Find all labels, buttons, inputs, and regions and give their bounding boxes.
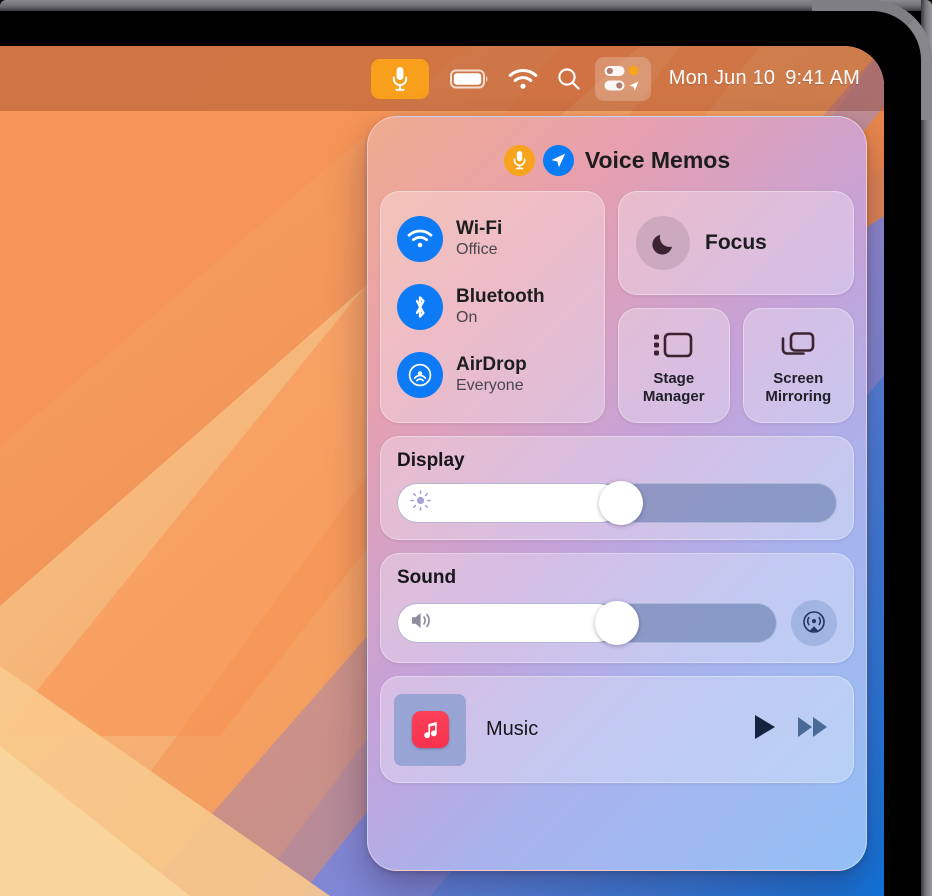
header-title: Voice Memos — [584, 146, 731, 173]
stage-manager-line2: Manager — [642, 388, 705, 405]
menu-microphone-indicator[interactable] — [370, 58, 429, 99]
brightness-slider-fill — [398, 484, 622, 522]
menu-time: 9:41 AM — [785, 67, 860, 89]
wifi-status: Office — [456, 240, 498, 258]
menu-spotlight[interactable] — [547, 59, 591, 99]
stage-manager-tile[interactable]: Stage Manager — [618, 308, 730, 423]
moon-icon — [636, 216, 690, 270]
airdrop-control[interactable]: AirDrop Everyone — [381, 352, 604, 398]
airplay-audio-icon — [803, 611, 825, 633]
screen-mirroring-line1: Screen — [773, 370, 824, 388]
airdrop-icon — [397, 352, 443, 398]
menu-bar: Mon Jun 10 9:41 AM — [0, 46, 884, 111]
laptop-bezel-right — [921, 0, 932, 896]
airplay-audio-button[interactable] — [791, 600, 837, 646]
menu-clock[interactable]: Mon Jun 10 9:41 AM — [669, 67, 860, 90]
search-icon — [558, 67, 580, 90]
screen-content: Mon Jun 10 9:41 AM Voice Memos Wi-Fi Off… — [0, 46, 884, 896]
menu-battery[interactable] — [441, 59, 499, 99]
wifi-text: Wi-Fi Office — [456, 218, 502, 259]
mini-tile-row: Stage Manager Screen Mirroring — [618, 308, 854, 423]
menu-control-center[interactable] — [594, 56, 651, 101]
speaker-wave-icon — [410, 610, 436, 636]
music-title: Music — [486, 718, 539, 740]
control-center-header: Voice Memos — [380, 129, 854, 191]
control-center-panel: Voice Memos Wi-Fi Office Bluetooth On Ai… — [367, 116, 867, 871]
bluetooth-text: Bluetooth On — [456, 286, 545, 327]
brightness-slider[interactable] — [397, 481, 837, 525]
music-controls — [752, 713, 840, 746]
right-tile-column: Focus Stage Manager Screen Mirroring — [618, 191, 854, 423]
screen-mirroring-line2: Mirroring — [765, 388, 832, 405]
display-title: Display — [397, 450, 465, 471]
album-artwork — [394, 693, 466, 766]
top-tile-row: Wi-Fi Office Bluetooth On AirDrop Everyo… — [380, 191, 854, 423]
battery-icon — [449, 69, 488, 88]
connectivity-column: Wi-Fi Office Bluetooth On AirDrop Everyo… — [380, 191, 605, 423]
macbook-frame: Mon Jun 10 9:41 AM Voice Memos Wi-Fi Off… — [0, 0, 932, 896]
wifi-label: Wi-Fi — [456, 218, 503, 240]
music-panel: Music — [380, 676, 854, 783]
airdrop-status: Everyone — [456, 376, 524, 394]
volume-slider[interactable] — [397, 601, 777, 645]
menu-wifi[interactable] — [499, 59, 547, 99]
display-panel: Display — [380, 436, 854, 540]
wifi-control[interactable]: Wi-Fi Office — [381, 216, 604, 262]
airdrop-text: AirDrop Everyone — [456, 354, 527, 395]
play-button[interactable] — [752, 713, 778, 746]
header-location-badge — [542, 144, 574, 176]
connectivity-tile: Wi-Fi Office Bluetooth On AirDrop Everyo… — [380, 191, 605, 423]
fast-forward-button[interactable] — [796, 714, 830, 745]
laptop-bezel-top — [0, 0, 932, 11]
wifi-icon — [508, 68, 538, 89]
screen-mirroring-tile[interactable]: Screen Mirroring — [742, 308, 854, 423]
control-center-icon — [604, 65, 639, 91]
screen-mirroring-icon — [779, 325, 817, 365]
music-note-icon — [411, 711, 449, 748]
wifi-icon — [397, 216, 443, 262]
stage-manager-icon — [653, 325, 695, 365]
location-arrow-icon — [551, 153, 566, 167]
brightness-slider-knob[interactable] — [599, 481, 644, 525]
screen-mirroring-label: Screen Mirroring — [765, 370, 831, 405]
brightness-icon — [410, 490, 431, 516]
sound-panel: Sound — [380, 553, 854, 663]
display-slider-row — [397, 481, 837, 525]
microphone-icon — [392, 66, 407, 91]
stage-manager-label: Stage Manager — [643, 370, 705, 405]
focus-label: Focus — [705, 231, 767, 254]
menu-date: Mon Jun 10 — [668, 67, 776, 89]
sound-slider-row — [397, 600, 837, 646]
bluetooth-status: On — [456, 308, 478, 326]
bluetooth-icon — [397, 284, 443, 330]
bluetooth-label: Bluetooth — [456, 286, 545, 308]
stage-manager-line1: Stage — [653, 370, 695, 388]
focus-tile[interactable]: Focus — [618, 191, 854, 295]
fast-forward-icon — [798, 717, 827, 737]
play-icon — [755, 715, 775, 739]
sound-title: Sound — [397, 567, 457, 588]
volume-slider-knob[interactable] — [595, 601, 640, 645]
airdrop-label: AirDrop — [456, 354, 527, 376]
bluetooth-control[interactable]: Bluetooth On — [381, 284, 604, 330]
microphone-icon — [513, 151, 526, 170]
header-microphone-badge — [503, 144, 535, 176]
